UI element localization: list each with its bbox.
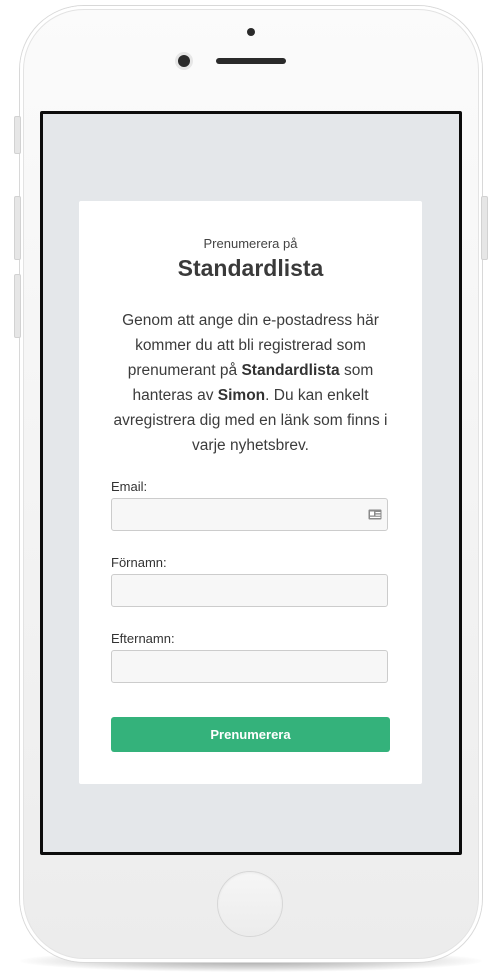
proximity-sensor — [247, 28, 255, 36]
mockup-stage: Prenumerera på Standardlista Genom att a… — [0, 0, 502, 977]
home-button[interactable] — [218, 872, 282, 936]
subscribe-description: Genom att ange din e-postadress här komm… — [107, 308, 394, 458]
contact-card-icon[interactable] — [368, 509, 382, 520]
email-label: Email: — [111, 479, 148, 494]
volume-down-button — [14, 274, 21, 338]
mute-switch — [14, 116, 21, 154]
firstname-label: Förnamn: — [111, 555, 167, 570]
list-title: Standardlista — [177, 255, 324, 281]
phone-screen: Prenumerera på Standardlista Genom att a… — [40, 111, 462, 855]
subscribe-pre-title: Prenumerera på — [203, 236, 298, 251]
volume-up-button — [14, 196, 21, 260]
description-owner: Simon — [217, 387, 266, 404]
earpiece-speaker — [216, 58, 286, 64]
power-button — [481, 196, 488, 260]
subscribe-card: Prenumerera på Standardlista Genom att a… — [79, 201, 422, 784]
description-list-name: Standardlista — [241, 362, 340, 379]
lastname-field[interactable] — [111, 650, 388, 683]
email-field[interactable] — [111, 498, 388, 531]
lastname-label: Efternamn: — [111, 631, 175, 646]
front-camera — [178, 55, 190, 67]
subscribe-button[interactable]: Prenumerera — [111, 717, 390, 752]
firstname-field[interactable] — [111, 574, 388, 607]
